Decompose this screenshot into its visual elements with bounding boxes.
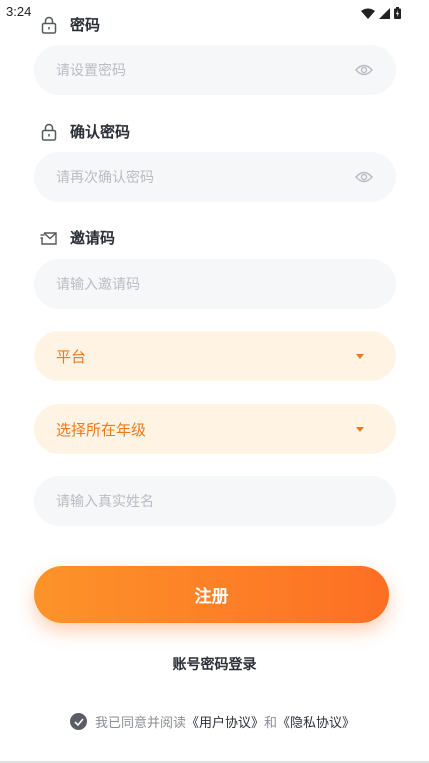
invite-code-placeholder: 请输入邀请码	[56, 277, 140, 293]
battery-icon	[394, 4, 401, 23]
register-button[interactable]: 注册	[34, 566, 389, 623]
lock-icon	[40, 16, 58, 34]
password-label-row: 密码	[40, 14, 100, 35]
lock-icon	[40, 123, 58, 141]
eye-icon[interactable]	[354, 167, 374, 187]
checkbox-checked-icon[interactable]	[70, 713, 87, 730]
invite-code-label-row: 邀请码	[40, 227, 115, 248]
invite-code-label: 邀请码	[70, 229, 116, 247]
password-input[interactable]: 请设置密码	[34, 45, 396, 95]
grade-select-value: 选择所在年级	[56, 420, 147, 439]
confirm-password-label: 确认密码	[70, 123, 131, 141]
account-login-link[interactable]: 账号密码登录	[0, 654, 429, 674]
status-icons	[361, 4, 401, 23]
agreement-prefix: 我已同意并阅读	[95, 716, 187, 731]
status-time: 3:24	[6, 4, 32, 19]
confirm-password-placeholder: 请再次确认密码	[56, 170, 154, 186]
password-label: 密码	[70, 16, 101, 34]
privacy-agreement-link[interactable]: 《隐私协议》	[277, 716, 355, 731]
eye-icon[interactable]	[354, 60, 374, 80]
agreement-conjunction: 和	[264, 716, 278, 731]
grade-select[interactable]: 选择所在年级	[34, 404, 396, 454]
caret-down-icon	[356, 426, 364, 432]
mail-icon	[40, 229, 58, 247]
real-name-placeholder: 请输入真实姓名	[56, 494, 154, 510]
confirm-password-input[interactable]: 请再次确认密码	[34, 152, 396, 202]
real-name-input[interactable]: 请输入真实姓名	[34, 476, 396, 526]
user-agreement-link[interactable]: 《用户协议》	[186, 716, 264, 731]
agreement-row: 我已同意并阅读《用户协议》和《隐私协议》	[70, 712, 355, 731]
platform-select-value: 平台	[56, 347, 87, 366]
invite-code-input[interactable]: 请输入邀请码	[34, 259, 396, 309]
caret-down-icon	[356, 353, 364, 359]
platform-select[interactable]: 平台	[34, 331, 396, 381]
signal-icon	[379, 4, 390, 23]
wifi-icon	[361, 4, 375, 23]
confirm-password-label-row: 确认密码	[40, 121, 130, 142]
password-placeholder: 请设置密码	[56, 63, 126, 79]
